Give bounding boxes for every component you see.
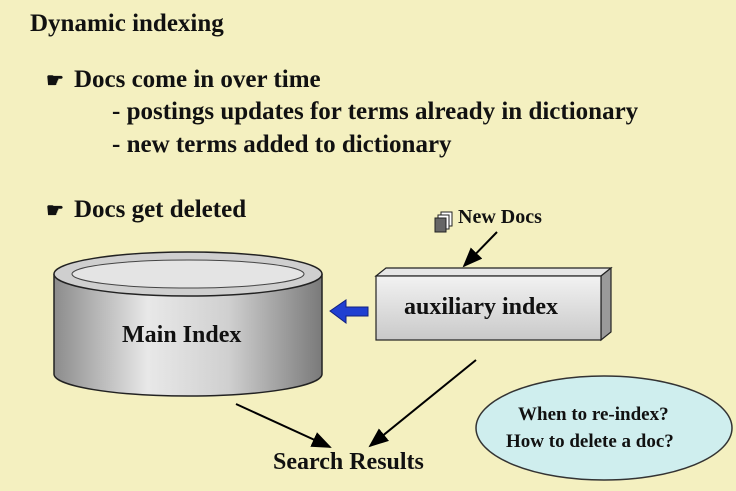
bubble-line-delete: How to delete a doc? [506,431,674,452]
question-bubble [475,375,733,481]
left-arrow-icon [329,299,369,324]
new-docs-label: New Docs [458,206,542,228]
main-index-label: Main Index [122,322,242,348]
main-to-results-arrow [235,403,332,448]
bubble-line-reindex: When to re-index? [518,404,669,425]
aux-to-results-arrow [368,359,477,448]
document-stack-icon [434,211,453,233]
new-docs-arrow [462,231,498,268]
search-results-label: Search Results [273,449,424,475]
slide: Dynamic indexing ☛ Docs come in over tim… [0,0,736,491]
auxiliary-index-label: auxiliary index [404,294,559,320]
